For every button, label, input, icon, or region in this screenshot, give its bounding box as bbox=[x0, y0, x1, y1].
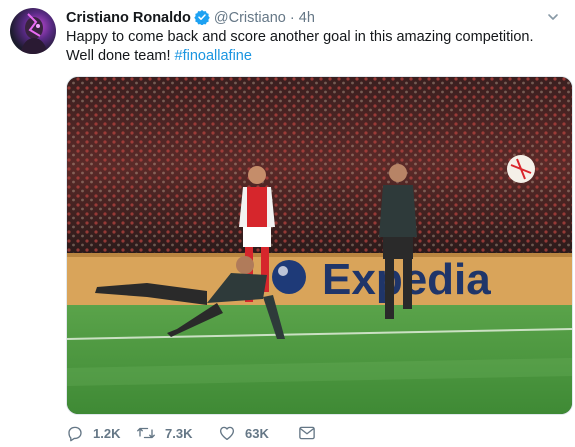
tweet-card[interactable]: Cristiano Ronaldo @Cristiano · 4h Happy … bbox=[0, 0, 575, 447]
tweet-text-main: Happy to come back and score another goa… bbox=[66, 29, 534, 64]
direct-message-button[interactable] bbox=[298, 425, 328, 441]
reply-icon bbox=[68, 426, 82, 442]
reply-button[interactable]: 1.2K bbox=[66, 424, 136, 442]
reply-count: 1.2K bbox=[93, 425, 121, 441]
tweet-photo[interactable]: Expedia bbox=[66, 76, 573, 415]
hashtag-link[interactable]: #finoallafine bbox=[175, 48, 252, 64]
retweet-count: 7.3K bbox=[165, 425, 193, 441]
message-icon bbox=[299, 426, 315, 440]
author-handle[interactable]: @Cristiano bbox=[214, 10, 286, 26]
like-count: 63K bbox=[245, 425, 269, 441]
chevron-down-icon[interactable] bbox=[547, 10, 559, 22]
tweet-timestamp[interactable]: 4h bbox=[299, 10, 315, 26]
tweet-actions: 1.2K 7.3K 63K bbox=[66, 423, 366, 443]
like-button[interactable]: 63K bbox=[218, 424, 298, 442]
retweet-button[interactable]: 7.3K bbox=[136, 424, 218, 442]
separator-dot: · bbox=[289, 10, 295, 26]
tweet-header: Cristiano Ronaldo @Cristiano · 4h bbox=[66, 8, 555, 28]
like-icon bbox=[219, 426, 235, 441]
tweet-text: Happy to come back and score another goa… bbox=[66, 28, 561, 66]
avatar[interactable] bbox=[10, 8, 56, 54]
retweet-icon bbox=[137, 427, 155, 439]
author-name[interactable]: Cristiano Ronaldo bbox=[66, 10, 191, 26]
football-near-header bbox=[272, 260, 306, 294]
